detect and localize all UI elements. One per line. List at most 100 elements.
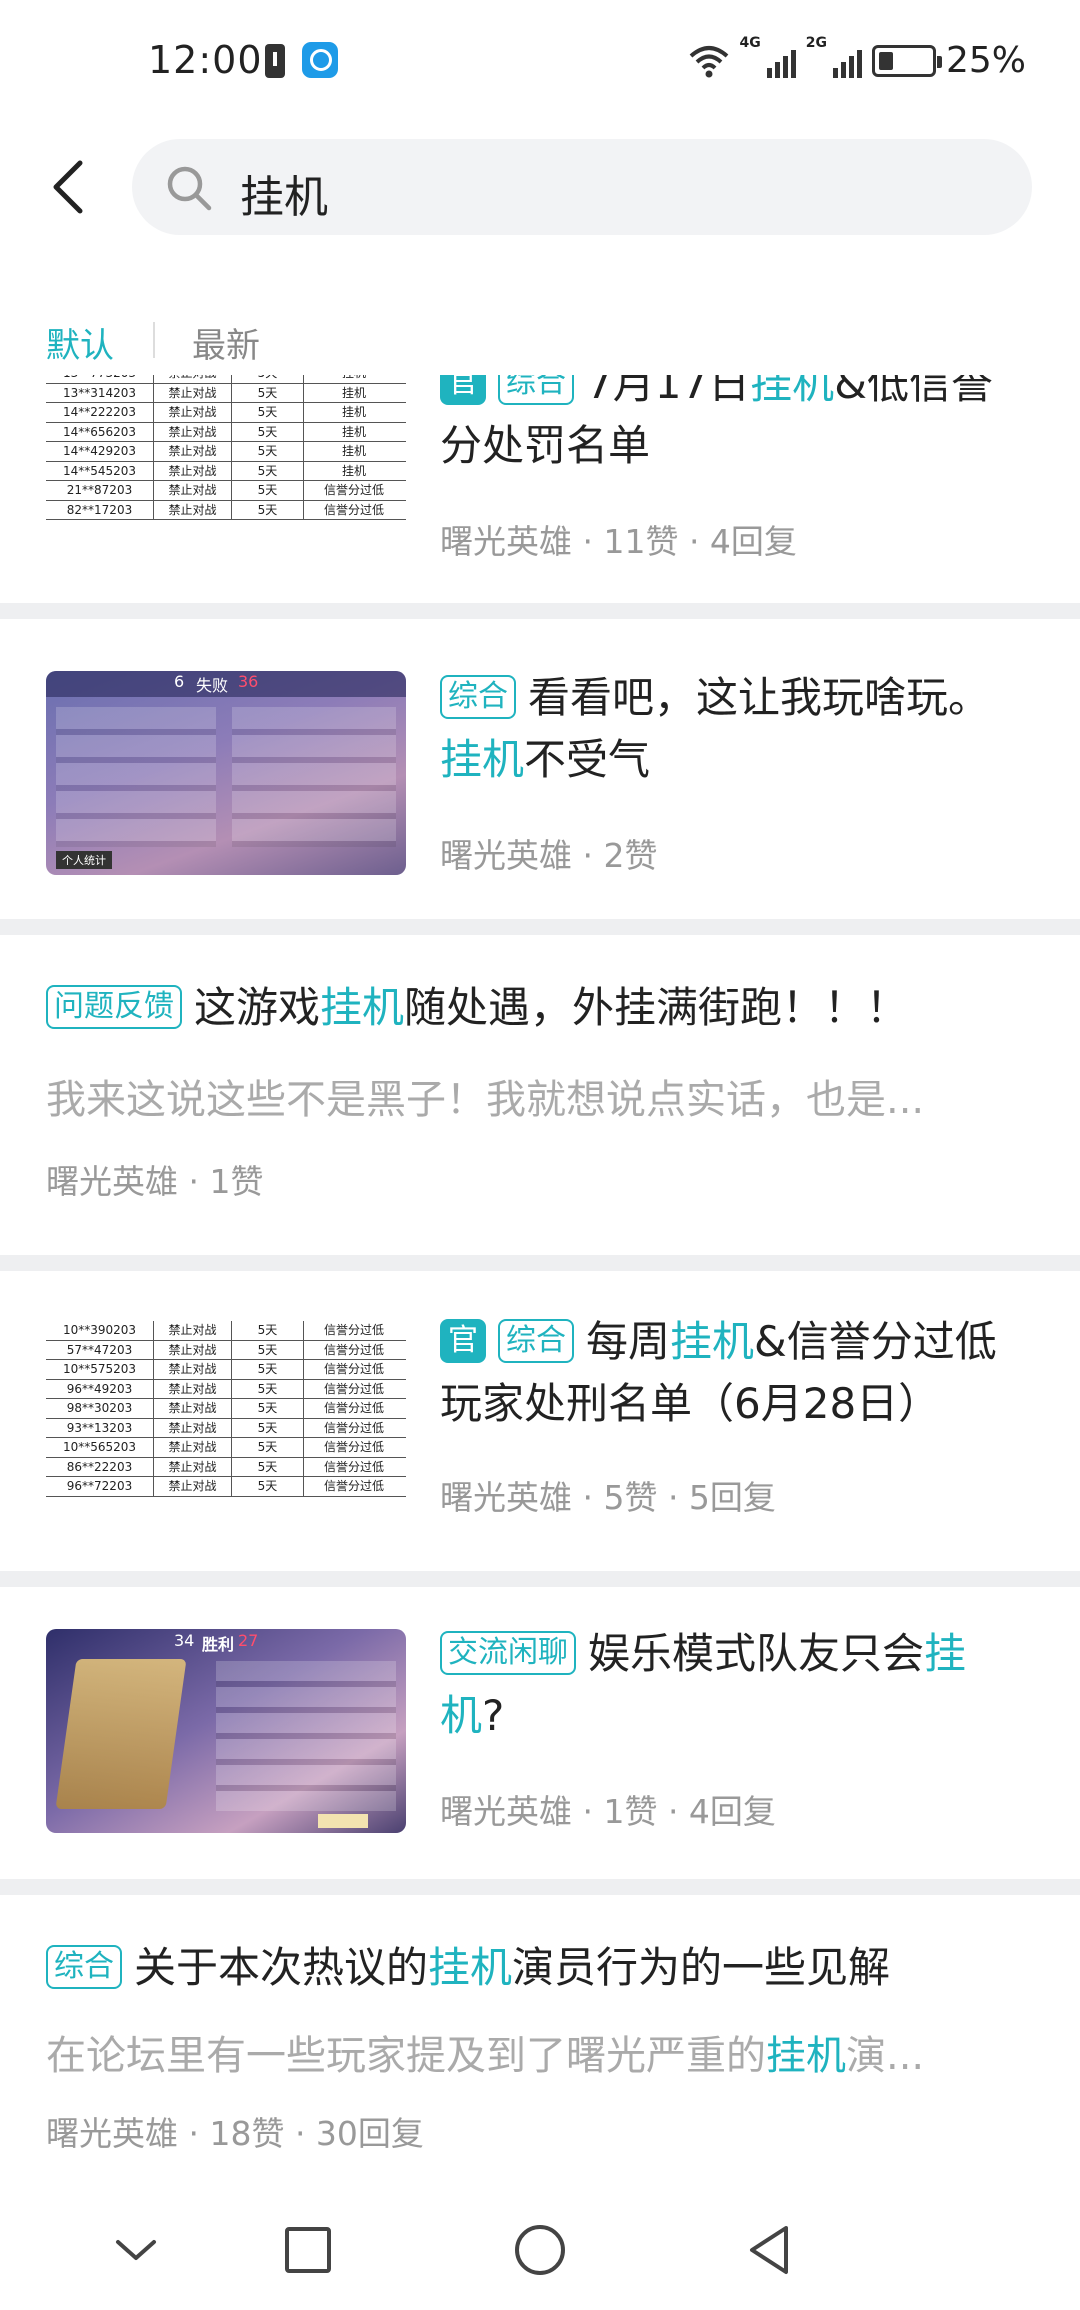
post-item[interactable]: 34 胜利 27 交流闲聊 娱乐模式队友只会挂 机? 曙光英雄 · 1赞 · 4回… <box>0 1587 1080 1887</box>
chevron-down-icon[interactable] <box>106 2220 166 2280</box>
search-icon <box>167 166 212 211</box>
table-cell: 86**22203 <box>46 1457 154 1476</box>
table-cell: 禁止对战 <box>154 422 232 441</box>
title-text: ? <box>482 1691 505 1740</box>
post-title: 官综合 每周挂机&信誉分过低 玩家处刑名单（6月28日） <box>440 1311 1050 1435</box>
signal-1-label: 4G <box>739 34 761 51</box>
divider <box>0 1879 1080 1895</box>
status-bar: 12:00 4G 2G 25% <box>0 0 1080 125</box>
table-cell: 5天 <box>232 500 304 519</box>
recent-apps-icon[interactable] <box>278 2220 338 2280</box>
back-triangle-icon[interactable] <box>740 2220 800 2280</box>
title-text: 每周 <box>586 1317 671 1366</box>
divider <box>0 919 1080 935</box>
signal-2-icon <box>832 44 862 78</box>
match-result: 胜利 <box>202 1635 235 1654</box>
post-item[interactable]: 94**64203禁止对战5天挂机13**431203禁止对战5天挂机13**7… <box>0 375 1080 603</box>
post-thumbnail: 6 失败 36 个人统计 <box>46 671 406 875</box>
title-text: 7月17日 <box>586 375 751 408</box>
status-time: 12:00 <box>148 38 263 82</box>
table-cell: 信誉分过低 <box>323 502 384 517</box>
tab-default[interactable]: 默认 <box>46 318 114 367</box>
table-row: 96**72203 禁止对战 5天 信誉分过低 <box>46 1477 406 1497</box>
table-cell: 96**72203 <box>46 1477 154 1496</box>
divider <box>0 603 1080 619</box>
battery-percent: 25% <box>945 40 1026 81</box>
back-arrow-icon[interactable] <box>44 157 94 217</box>
post-excerpt: 在论坛里有一些玩家提及到了曙光严重的挂机演... <box>46 2023 1036 2081</box>
table-cell: 5天 <box>232 1379 304 1398</box>
title-highlight: 挂机 <box>440 735 525 784</box>
table-cell: 98**30203 <box>46 1399 154 1418</box>
divider <box>0 1571 1080 1587</box>
table-row: 82**17203 禁止对战 5天 信誉分过低 <box>46 500 406 520</box>
table-cell: 5天 <box>232 422 304 441</box>
table-row: 13**314203 禁止对战 5天 挂机 <box>46 383 406 403</box>
team-right-rows <box>232 707 396 847</box>
table-cell: 禁止对战 <box>154 442 232 461</box>
table-cell: 10**390203 <box>46 1321 154 1340</box>
post-item[interactable]: 综合 关于本次热议的挂机演员行为的一些见解 在论坛里有一些玩家提及到了曙光严重的挂… <box>0 1895 1080 2185</box>
table-cell: 禁止对战 <box>154 1321 232 1340</box>
table-row: 10**565203 禁止对战 5天 信誉分过低 <box>46 1438 406 1458</box>
table-row: 98**30203 禁止对战 5天 信誉分过低 <box>46 1399 406 1419</box>
table-cell: 禁止对战 <box>154 1438 232 1457</box>
post-thumbnail: 34 胜利 27 <box>46 1629 406 1833</box>
tab-newest[interactable]: 最新 <box>192 318 260 367</box>
title-highlight: 挂 <box>924 1629 967 1678</box>
post-item[interactable]: 6 失败 36 个人统计 综合 看看吧，这让我玩啥玩。 挂机不受气 曙光英雄 · … <box>0 619 1080 919</box>
table-cell: 禁止对战 <box>154 481 232 500</box>
home-icon[interactable] <box>510 2220 570 2280</box>
penalty-table: 10**390203 禁止对战 5天 信誉分过低 57**47203 禁止对战 5天 信誉分过… <box>46 1321 406 1497</box>
table-cell: 57**47203 <box>46 1340 154 1359</box>
search-header: 挂机 <box>0 125 1080 255</box>
post-thumbnail: 10**390203 禁止对战 5天 信誉分过低 57**47203 禁止对战 5天 信誉分过… <box>46 1319 406 1529</box>
stats-button: 个人统计 <box>56 851 112 869</box>
table-cell: 禁止对战 <box>154 1477 232 1496</box>
table-cell: 5天 <box>232 1477 304 1496</box>
hero-portrait <box>55 1659 187 1809</box>
table-cell: 信誉分过低 <box>323 1440 384 1454</box>
table-cell: 信誉分过低 <box>323 1342 384 1357</box>
table-row: 86**22203 禁止对战 5天 信誉分过低 <box>46 1457 406 1477</box>
title-highlight: 挂机 <box>428 1943 513 1992</box>
post-item[interactable]: 10**390203 禁止对战 5天 信誉分过低 57**47203 禁止对战 5天 信誉分过… <box>0 1271 1080 1571</box>
team-rows <box>216 1661 396 1811</box>
signal-2-label: 2G <box>805 34 827 51</box>
table-cell: 信誉分过低 <box>323 1459 384 1474</box>
table-row: 13**773203禁止对战5天挂机 <box>46 375 406 384</box>
category-tag: 综合 <box>46 1945 122 1989</box>
post-item[interactable]: 问题反馈 这游戏挂机随处遇，外挂满街跑！！！ 我来这说这些不是黑子！我就想说点实话… <box>0 935 1080 1255</box>
table-row: 14**656203 禁止对战 5天 挂机 <box>46 422 406 442</box>
table-cell: 禁止对战 <box>154 1360 232 1379</box>
category-tag: 综合 <box>440 675 516 719</box>
table-row: 21**87203 禁止对战 5天 信誉分过低 <box>46 481 406 501</box>
system-nav-bar <box>0 2190 1080 2310</box>
category-tag: 综合 <box>498 375 574 405</box>
table-cell: 5天 <box>232 383 304 402</box>
post-title: 综合 关于本次热议的挂机演员行为的一些见解 <box>46 1937 1046 1999</box>
title-text: &低信誉 <box>834 375 993 408</box>
post-meta: 曙光英雄 · 1赞 · 4回复 <box>440 1792 776 1831</box>
category-tag: 交流闲聊 <box>440 1631 576 1675</box>
search-query: 挂机 <box>240 172 328 223</box>
title-highlight: 机 <box>440 1691 483 1740</box>
table-cell: 信誉分过低 <box>323 1362 384 1376</box>
table-cell: 信誉分过低 <box>323 1401 384 1415</box>
table-cell: 挂机 <box>341 385 366 400</box>
search-input[interactable]: 挂机 <box>132 139 1032 235</box>
title-text: 随处遇，外挂满街跑！！！ <box>404 983 909 1032</box>
title-text: 看看吧，这让我玩啥玩。 <box>528 673 991 722</box>
table-cell: 5天 <box>232 442 304 461</box>
table-cell: 5天 <box>232 1360 304 1379</box>
table-cell: 挂机 <box>341 405 366 419</box>
signal-1-icon <box>766 44 796 78</box>
post-meta: 曙光英雄 · 5赞 · 5回复 <box>440 1478 776 1517</box>
divider <box>0 1255 1080 1271</box>
match-result: 失败 <box>196 676 229 695</box>
excerpt-highlight: 挂机 <box>766 2033 846 2079</box>
table-cell: 10**565203 <box>46 1438 154 1457</box>
category-tag: 综合 <box>498 1319 574 1363</box>
table-cell: 14**656203 <box>46 422 154 441</box>
table-row: 96**49203 禁止对战 5天 信誉分过低 <box>46 1379 406 1399</box>
